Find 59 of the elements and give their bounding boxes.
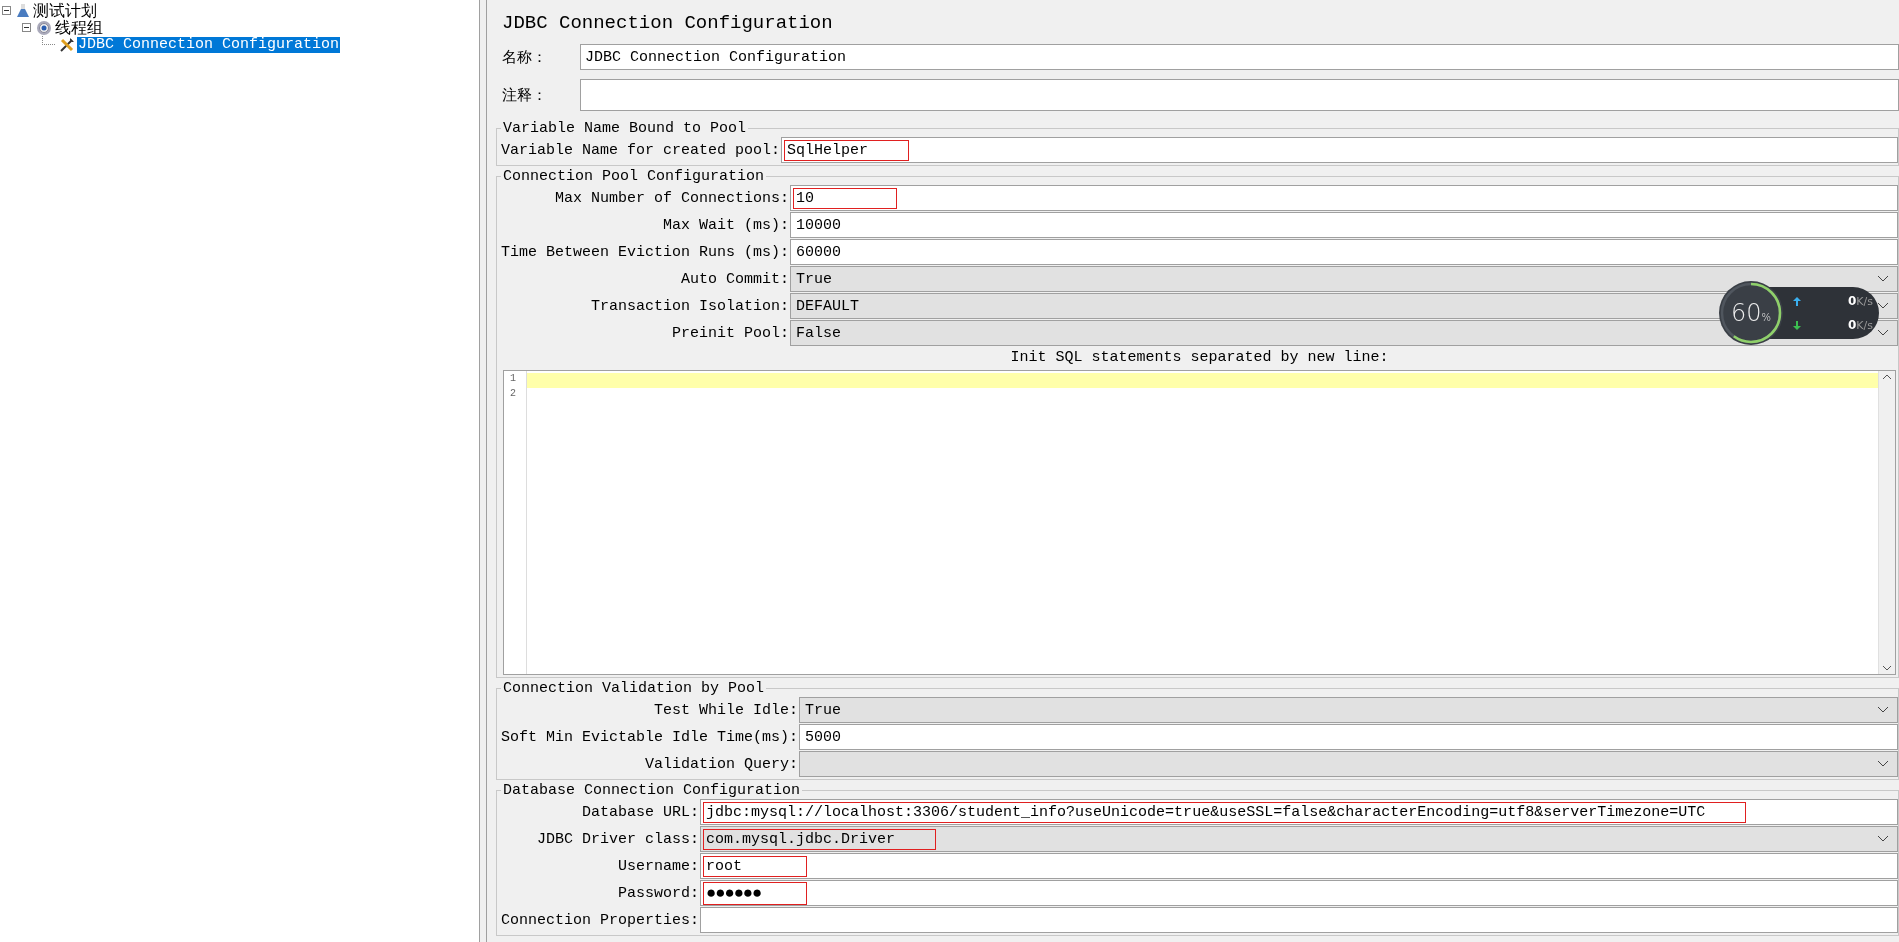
field-value: JDBC Connection Configuration — [585, 48, 847, 66]
input-field[interactable]: root — [700, 853, 1898, 879]
code-editor[interactable]: 1 2 — [503, 370, 1896, 675]
field-label: 注释： — [502, 85, 548, 105]
field-label: 名称： — [502, 47, 548, 67]
section-title: Connection Pool Configuration — [502, 168, 766, 185]
section-title: Connection Validation by Pool — [502, 680, 766, 697]
field-label: Variable Name for created pool: — [501, 141, 782, 159]
input-field[interactable]: 10000 — [790, 212, 1898, 238]
field-label: Connection Properties: — [501, 911, 701, 929]
field-value: True — [795, 269, 834, 290]
field-label: Max Wait (ms): — [662, 216, 791, 234]
panel-title: JDBC Connection Configuration — [502, 12, 833, 34]
line-number: 1 — [510, 373, 516, 384]
highlighted-value: jdbc:mysql://localhost:3306/student_info?useUnicode=true&useSSL=false&characterEncoding=utf8&serverTimezone=UTC — [703, 801, 1747, 823]
highlighted-value: ●●●●●● — [703, 881, 808, 905]
input-field[interactable]: jdbc:mysql://localhost:3306/student_info?useUnicode=true&useSSL=false&characterEncoding=utf8&serverTimezone=UTC — [700, 799, 1898, 825]
field-label: Auto Commit: — [680, 270, 791, 288]
field-label: JDBC Driver class: — [536, 830, 701, 848]
field-value: 5000 — [804, 727, 843, 748]
field-label: Max Number of Connections: — [554, 189, 791, 207]
field-label: Password: — [617, 884, 701, 902]
field-label: Preinit Pool: — [671, 324, 791, 342]
field-value: False — [795, 323, 843, 344]
dropdown[interactable]: True — [799, 697, 1898, 723]
field-value: True — [804, 700, 843, 721]
input-field[interactable]: SqlHelper — [781, 137, 1898, 163]
section-title: Database Connection Configuration — [502, 782, 802, 799]
input-field[interactable]: 60000 — [790, 239, 1898, 265]
input-field[interactable]: 10 — [790, 185, 1898, 211]
highlighted-value: root — [703, 855, 808, 877]
field-label: Validation Query: — [644, 755, 800, 773]
field-label: Transaction Isolation: — [590, 297, 791, 315]
dropdown[interactable]: com.mysql.jdbc.Driver — [700, 826, 1898, 852]
field-label: Soft Min Evictable Idle Time(ms): — [501, 728, 800, 746]
field-value: 60000 — [795, 242, 843, 263]
field-value: DEFAULT — [795, 296, 861, 317]
upload-speed: 0 — [1848, 294, 1857, 308]
field-label: Database URL: — [581, 803, 701, 821]
input-field[interactable]: 5000 — [799, 724, 1898, 750]
tree-item[interactable]: JDBC Connection Configuration — [77, 36, 341, 53]
tree-item[interactable]: 测试计划 — [32, 2, 98, 19]
field-label: Time Between Eviction Runs (ms): — [501, 243, 791, 261]
highlighted-value: SqlHelper — [784, 139, 910, 161]
section-title: Variable Name Bound to Pool — [502, 120, 748, 137]
field-label: Username: — [617, 857, 701, 875]
name-field[interactable]: JDBC Connection Configuration — [580, 44, 1899, 70]
highlighted-value: 10 — [793, 187, 898, 209]
field-value: 10000 — [795, 215, 843, 236]
speed-unit: K/s — [1856, 319, 1873, 332]
dropdown[interactable]: True — [790, 266, 1898, 292]
field-label: Test While Idle: — [653, 701, 800, 719]
highlighted-value: com.mysql.jdbc.Driver — [703, 828, 937, 850]
download-speed: 0 — [1848, 318, 1857, 332]
line-number: 2 — [510, 388, 516, 399]
editor-label: Init SQL statements separated by new line: — [1010, 349, 1389, 366]
speed-unit: K/s — [1856, 295, 1873, 308]
tree-item[interactable]: 线程组 — [54, 19, 104, 36]
password-field[interactable]: ●●●●●● — [700, 880, 1898, 906]
